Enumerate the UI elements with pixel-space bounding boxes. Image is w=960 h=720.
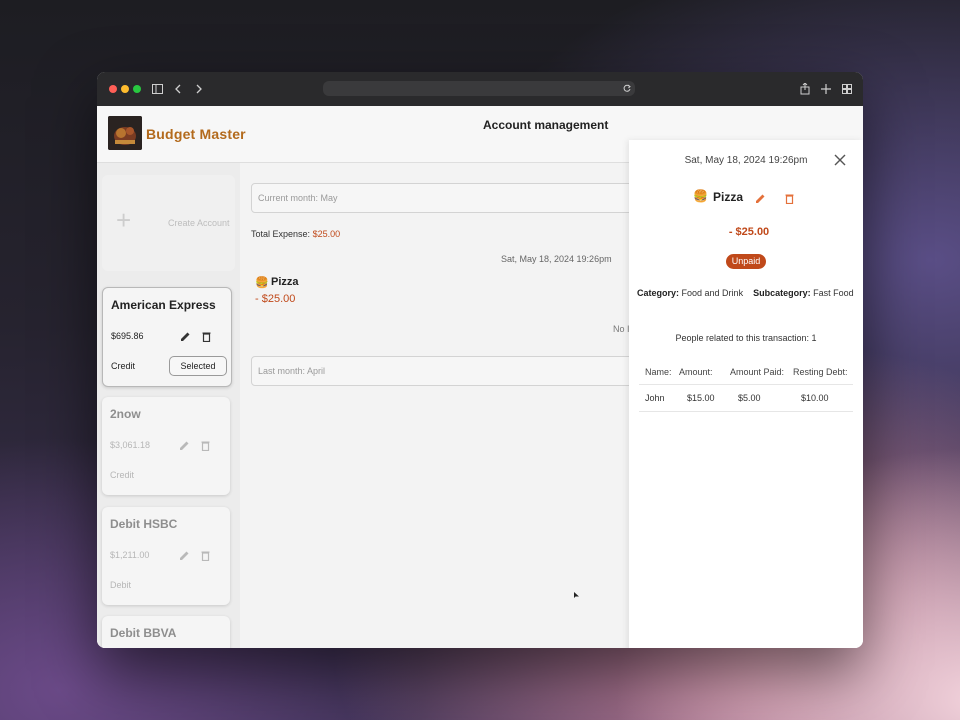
total-expense-value: $25.00 <box>312 229 341 239</box>
account-name: American Express <box>111 298 216 312</box>
account-name: Debit BBVA <box>110 626 177 640</box>
address-bar[interactable] <box>323 81 635 96</box>
account-balance: $695.86 <box>111 331 144 341</box>
delete-icon[interactable] <box>201 331 212 342</box>
people-related-text: People related to this transaction: 1 <box>675 333 817 343</box>
delete-icon[interactable] <box>200 440 211 451</box>
column-header-amount: Amount: <box>679 367 713 377</box>
no-items-text: No I <box>613 324 630 334</box>
edit-icon[interactable] <box>179 440 190 451</box>
close-window-button[interactable] <box>109 85 117 93</box>
account-name: Debit HSBC <box>110 517 178 531</box>
minimize-window-button[interactable] <box>121 85 129 93</box>
detail-name: Pizza <box>713 190 744 204</box>
delete-icon[interactable] <box>784 193 795 204</box>
last-month-accordion[interactable]: Last month: April <box>251 356 633 386</box>
new-tab-icon[interactable] <box>821 84 831 94</box>
selected-button[interactable]: Selected <box>169 356 227 376</box>
app-logo[interactable] <box>108 116 142 150</box>
category-label: Category: <box>637 288 680 298</box>
category-value: Food and Drink <box>681 288 744 298</box>
page-content: Budget Master Account management + Creat… <box>97 106 863 648</box>
account-balance: $3,061.18 <box>110 440 151 450</box>
forward-icon[interactable] <box>196 84 202 94</box>
total-expense: Total Expense: $25.00 <box>251 229 340 239</box>
close-icon[interactable] <box>834 154 846 166</box>
table-divider <box>639 411 853 412</box>
sidebar-toggle-icon[interactable] <box>152 84 163 94</box>
transaction-date: Sat, May 18, 2024 19:26pm <box>501 254 612 264</box>
logo-icon <box>108 116 142 150</box>
account-card-2now[interactable]: 2now $3,061.18 Credit <box>102 397 230 495</box>
back-icon[interactable] <box>175 84 181 94</box>
cell-amount: $15.00 <box>687 393 715 403</box>
share-icon[interactable] <box>800 83 810 95</box>
accounts-sidebar: + Create Account American Express $695.8… <box>97 163 240 648</box>
category-info: Category: Food and Drink Subcategory: Fa… <box>637 288 854 298</box>
plus-icon: + <box>116 205 132 235</box>
transaction-name[interactable]: Pizza <box>271 276 299 288</box>
account-card-american-express[interactable]: American Express $695.86 Credit Selected <box>102 287 232 387</box>
status-badge: Unpaid <box>726 254 766 269</box>
edit-icon[interactable] <box>179 550 190 561</box>
account-card-debit-hsbc[interactable]: Debit HSBC $1,211.00 Debit <box>102 507 230 605</box>
transactions-main: Current month: May Total Expense: $25.00… <box>241 163 633 648</box>
app-title: Budget Master <box>146 126 246 142</box>
transaction-amount: - $25.00 <box>255 293 296 305</box>
fast-food-icon: 🍔 <box>255 277 269 289</box>
browser-window: Budget Master Account management + Creat… <box>97 72 863 648</box>
account-balance: $1,211.00 <box>110 550 150 560</box>
account-type: Credit <box>111 361 136 371</box>
create-account-label: Create Account <box>168 218 230 228</box>
transaction-detail-panel: Sat, May 18, 2024 19:26pm 🍔 Pizza - $25.… <box>629 140 863 648</box>
account-card-debit-bbva[interactable]: Debit BBVA <box>102 616 230 648</box>
subcategory-value: Fast Food <box>813 288 854 298</box>
column-header-resting-debt: Resting Debt: <box>793 367 848 377</box>
tab-overview-icon[interactable] <box>842 84 852 94</box>
edit-icon[interactable] <box>755 193 766 204</box>
fast-food-icon: 🍔 <box>693 189 708 203</box>
page-title: Account management <box>483 118 609 132</box>
delete-icon[interactable] <box>200 550 211 561</box>
account-type: Debit <box>110 580 132 590</box>
column-header-amount-paid: Amount Paid: <box>730 367 785 377</box>
edit-icon[interactable] <box>180 331 191 342</box>
cell-resting-debt: $10.00 <box>801 393 829 403</box>
create-account-button[interactable]: + Create Account <box>102 175 235 271</box>
column-header-name: Name: <box>645 367 672 377</box>
reload-icon[interactable] <box>623 84 631 93</box>
current-month-label: Current month: May <box>258 193 338 203</box>
browser-toolbar <box>97 72 863 107</box>
subcategory-label: Subcategory: <box>753 288 811 298</box>
account-type: Credit <box>110 470 135 480</box>
current-month-accordion[interactable]: Current month: May <box>251 183 633 213</box>
detail-amount: - $25.00 <box>728 226 770 238</box>
mouse-cursor-icon <box>574 592 579 598</box>
cell-name: John <box>645 393 665 403</box>
last-month-label: Last month: April <box>258 366 326 376</box>
detail-date: Sat, May 18, 2024 19:26pm <box>684 155 808 166</box>
cell-amount-paid: $5.00 <box>738 393 761 403</box>
maximize-window-button[interactable] <box>133 85 141 93</box>
table-divider <box>639 384 853 385</box>
account-name: 2now <box>110 407 141 421</box>
total-expense-label: Total Expense: <box>251 229 311 239</box>
